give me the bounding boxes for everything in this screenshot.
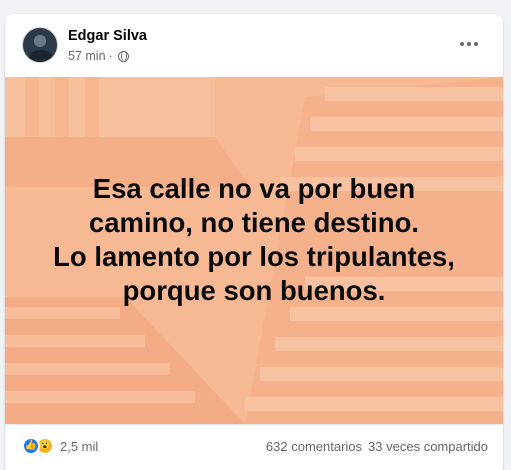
post-time[interactable]: 57 min	[68, 49, 106, 63]
meta-separator: ·	[108, 49, 113, 63]
like-reaction-icon: 👍	[22, 437, 40, 455]
author-name[interactable]: Edgar Silva	[68, 28, 147, 44]
globe-icon[interactable]	[117, 50, 129, 62]
reactions-summary[interactable]: 👍 😮 2,5 mil	[22, 437, 98, 455]
comments-count[interactable]: 632 comentarios	[266, 439, 362, 454]
post-image[interactable]: Esa calle no va por buen camino, no tien…	[5, 77, 503, 424]
shares-count[interactable]: 33 veces compartido	[368, 439, 488, 454]
post-stats: 632 comentarios 33 veces compartido	[266, 439, 488, 454]
post-meta: 57 min ·	[68, 49, 129, 63]
reaction-count: 2,5 mil	[60, 438, 99, 454]
post-footer: 👍 😮 2,5 mil 632 comentarios 33 veces com…	[5, 424, 503, 468]
post-quote-text: Esa calle no va por buen camino, no tien…	[53, 173, 455, 306]
post-card: Edgar Silva 57 min · Esa calle no va por…	[5, 14, 503, 470]
more-options-icon[interactable]	[455, 32, 483, 56]
author-avatar[interactable]	[22, 27, 58, 63]
post-header: Edgar Silva 57 min ·	[5, 14, 503, 78]
